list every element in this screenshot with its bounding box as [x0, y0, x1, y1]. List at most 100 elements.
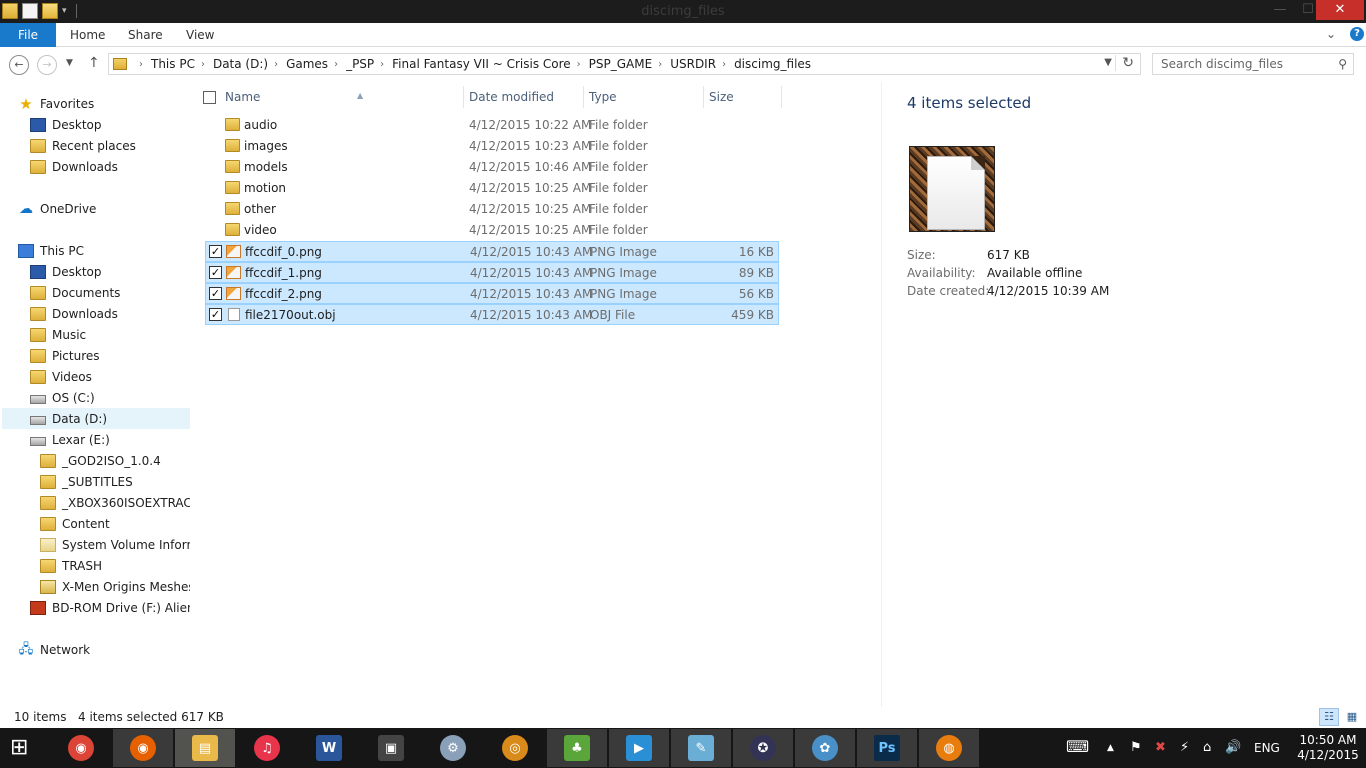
taskbar-app-blender[interactable]: ◍: [919, 729, 979, 767]
touch-keyboard-icon[interactable]: ⌨: [1066, 737, 1089, 756]
select-all-checkbox[interactable]: [203, 91, 216, 104]
file-row-video[interactable]: video 4/12/2015 10:25 AM File folder: [205, 220, 779, 241]
taskbar-app-photoshop[interactable]: Ps: [857, 729, 917, 767]
refresh-icon[interactable]: ↻: [1115, 55, 1134, 71]
action-center-flag-icon[interactable]: ⚑: [1130, 740, 1142, 755]
search-input[interactable]: Search discimg_files ⚲: [1152, 53, 1354, 75]
nav-subtitles[interactable]: _SUBTITLES: [40, 471, 190, 492]
back-button[interactable]: ←: [9, 55, 29, 75]
breadcrumb-this-pc[interactable]: This PC: [151, 57, 195, 71]
help-icon[interactable]: ?: [1350, 27, 1364, 41]
column-divider[interactable]: [583, 86, 584, 108]
start-button[interactable]: ⊞: [10, 737, 40, 761]
column-header-size[interactable]: Size: [709, 86, 734, 108]
forward-button[interactable]: →: [37, 55, 57, 75]
file-row-ffccdif-0[interactable]: ✓ ffccdif_0.png 4/12/2015 10:43 AM PNG I…: [205, 241, 779, 262]
close-button[interactable]: ✕: [1316, 0, 1364, 20]
breadcrumb-data-d[interactable]: Data (D:): [213, 57, 268, 71]
taskbar-app-movie-maker[interactable]: ▣: [361, 729, 421, 767]
file-row-other[interactable]: other 4/12/2015 10:25 AM File folder: [205, 199, 779, 220]
nav-recent-places[interactable]: Recent places: [30, 135, 190, 156]
breadcrumb-separator-icon[interactable]: ›: [380, 59, 384, 70]
input-language[interactable]: ENG: [1254, 741, 1280, 755]
power-icon[interactable]: ⚡: [1180, 740, 1189, 755]
taskbar-app-itunes[interactable]: ♫: [237, 729, 297, 767]
nav-onedrive[interactable]: ☁ OneDrive: [18, 198, 190, 219]
network-icon[interactable]: ⌂: [1203, 740, 1211, 755]
taskbar-app-chrome[interactable]: ◉: [51, 729, 111, 767]
breadcrumb-separator-icon[interactable]: ›: [577, 59, 581, 70]
nav-downloads[interactable]: Downloads: [30, 303, 190, 324]
large-icons-view-button[interactable]: ▦: [1342, 708, 1362, 726]
breadcrumb-separator-icon[interactable]: ›: [274, 59, 278, 70]
nav-favorites[interactable]: ★ Favorites: [18, 93, 190, 114]
nav-data-d[interactable]: Data (D:): [2, 408, 190, 429]
breadcrumb-games[interactable]: Games: [286, 57, 328, 71]
taskbar-app-word[interactable]: W: [299, 729, 359, 767]
nav-this-pc[interactable]: This PC: [18, 240, 190, 261]
address-bar[interactable]: › This PC › Data (D:) › Games › _PSP › F…: [108, 53, 1141, 75]
details-view-button[interactable]: ☷: [1319, 708, 1339, 726]
column-header-name[interactable]: Name ▲: [225, 86, 363, 108]
nav-bd-rom-f[interactable]: BD-ROM Drive (F:) Alien B: [30, 597, 190, 618]
show-hidden-icons-icon[interactable]: ▲: [1107, 743, 1114, 753]
nav-lexar-e[interactable]: Lexar (E:): [30, 429, 190, 450]
security-icon[interactable]: ✖: [1155, 740, 1166, 755]
tab-file[interactable]: File: [0, 23, 56, 47]
nav-favorites-downloads[interactable]: Downloads: [30, 156, 190, 177]
taskbar-app-notepad[interactable]: ✎: [671, 729, 731, 767]
row-checkbox[interactable]: ✓: [209, 245, 222, 258]
clock[interactable]: 10:50 AM 4/12/2015: [1296, 733, 1360, 763]
column-header-type[interactable]: Type: [589, 86, 617, 108]
nav-documents[interactable]: Documents: [30, 282, 190, 303]
tab-view[interactable]: View: [186, 23, 214, 47]
nav-network[interactable]: 🖧 Network: [18, 639, 190, 660]
breadcrumb-separator-icon[interactable]: ›: [139, 59, 143, 70]
breadcrumb-psp[interactable]: _PSP: [346, 57, 374, 71]
file-row-ffccdif-2[interactable]: ✓ ffccdif_2.png 4/12/2015 10:43 AM PNG I…: [205, 283, 779, 304]
taskbar-app-game[interactable]: ♣: [547, 729, 607, 767]
row-checkbox[interactable]: ✓: [209, 308, 222, 321]
nav-videos[interactable]: Videos: [30, 366, 190, 387]
breadcrumb-discimg-files[interactable]: discimg_files: [734, 57, 811, 71]
address-history-icon[interactable]: ▼: [1104, 57, 1112, 68]
nav-desktop[interactable]: Desktop: [30, 261, 190, 282]
breadcrumb-separator-icon[interactable]: ›: [722, 59, 726, 70]
minimize-button[interactable]: —: [1266, 0, 1294, 20]
tab-home[interactable]: Home: [70, 23, 105, 47]
nav-pictures[interactable]: Pictures: [30, 345, 190, 366]
file-row-ffccdif-1[interactable]: ✓ ffccdif_1.png 4/12/2015 10:43 AM PNG I…: [205, 262, 779, 283]
nav-favorites-desktop[interactable]: Desktop: [30, 114, 190, 135]
column-divider[interactable]: [781, 86, 782, 108]
column-divider[interactable]: [703, 86, 704, 108]
expand-ribbon-icon[interactable]: ⌄: [1326, 27, 1336, 41]
nav-music[interactable]: Music: [30, 324, 190, 345]
file-row-images[interactable]: images 4/12/2015 10:23 AM File folder: [205, 136, 779, 157]
file-row-models[interactable]: models 4/12/2015 10:46 AM File folder: [205, 157, 779, 178]
breadcrumb-crisis-core[interactable]: Final Fantasy VII ~ Crisis Core: [392, 57, 571, 71]
taskbar-app-tool[interactable]: ⚙: [423, 729, 483, 767]
breadcrumb-separator-icon[interactable]: ›: [334, 59, 338, 70]
breadcrumb-separator-icon[interactable]: ›: [201, 59, 205, 70]
taskbar-app-firefox[interactable]: ◉: [113, 729, 173, 767]
column-divider[interactable]: [463, 86, 464, 108]
breadcrumb-usrdir[interactable]: USRDIR: [670, 57, 716, 71]
breadcrumb-separator-icon[interactable]: ›: [658, 59, 662, 70]
taskbar-app-emblem[interactable]: ✪: [733, 729, 793, 767]
taskbar-app-file-explorer[interactable]: ▤: [175, 729, 235, 767]
row-checkbox[interactable]: ✓: [209, 266, 222, 279]
taskbar-app-eye[interactable]: ◎: [485, 729, 545, 767]
nav-os-c[interactable]: OS (C:): [30, 387, 190, 408]
taskbar-app-media-player[interactable]: ▶: [609, 729, 669, 767]
file-row-audio[interactable]: audio 4/12/2015 10:22 AM File folder: [205, 115, 779, 136]
column-header-date[interactable]: Date modified: [469, 86, 554, 108]
volume-icon[interactable]: 🔊: [1225, 740, 1241, 755]
file-row-file2170out-obj[interactable]: ✓ file2170out.obj 4/12/2015 10:43 AM OBJ…: [205, 304, 779, 325]
nav-trash[interactable]: TRASH: [40, 555, 190, 576]
search-icon[interactable]: ⚲: [1338, 57, 1347, 71]
nav-god2iso[interactable]: _GOD2ISO_1.0.4: [40, 450, 190, 471]
row-checkbox[interactable]: ✓: [209, 287, 222, 300]
nav-content[interactable]: Content: [40, 513, 190, 534]
nav-xmen-zip[interactable]: X-Men Origins Meshes.z: [40, 576, 190, 597]
up-button[interactable]: ↑: [88, 55, 100, 71]
